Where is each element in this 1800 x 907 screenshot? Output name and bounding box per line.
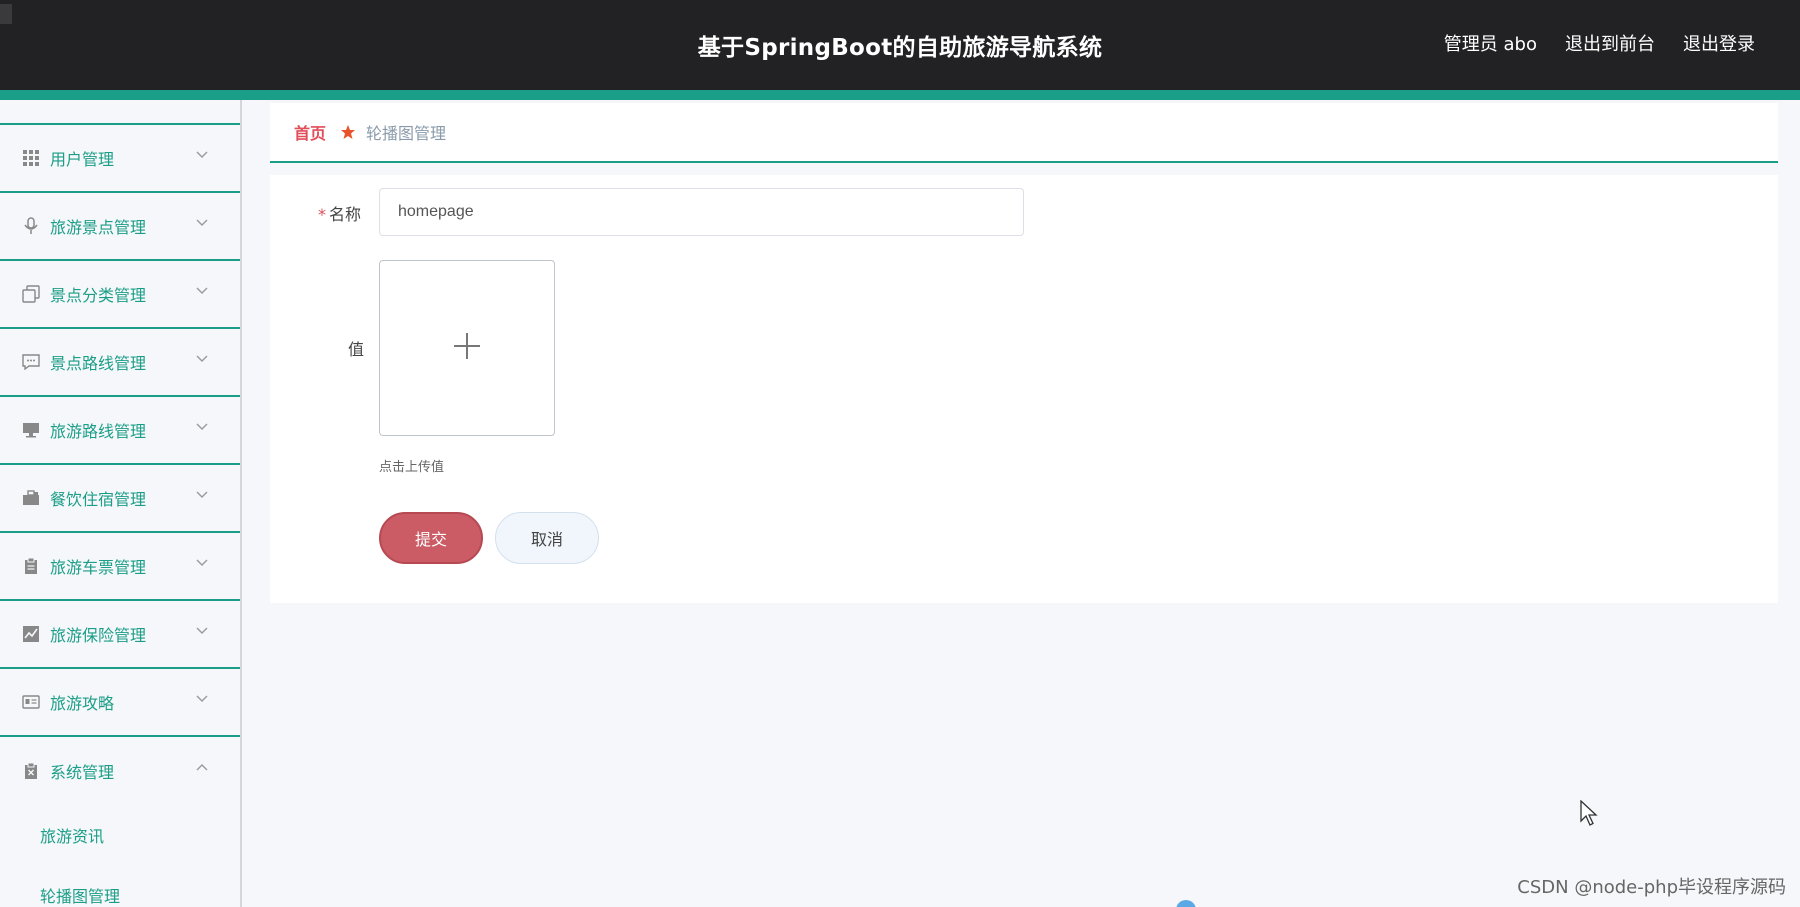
submit-button[interactable]: 提交 (379, 512, 483, 564)
chevron-down-icon (194, 555, 210, 571)
sidebar-item-travel-routes[interactable]: 旅游路线管理 (0, 397, 240, 465)
sidebar-item-partial[interactable] (0, 100, 240, 125)
chart-icon (22, 625, 40, 643)
header-accent-bar (0, 90, 1800, 100)
sidebar-item-label: 旅游保险管理 (50, 626, 147, 645)
chevron-down-icon (194, 351, 210, 367)
sidebar-item-users[interactable]: 用户管理 (0, 125, 240, 193)
grid-icon (22, 149, 40, 167)
briefcase-icon (22, 489, 40, 507)
sidebar-item-label: 系统管理 (50, 763, 115, 782)
sidebar-item-attraction-routes[interactable]: 景点路线管理 (0, 329, 240, 397)
required-asterisk: * (318, 205, 326, 224)
breadcrumb: 首页 轮播图管理 (270, 103, 1778, 163)
mouse-cursor-icon (1580, 799, 1600, 828)
chat-icon (22, 353, 40, 371)
sidebar-item-label: 餐饮住宿管理 (50, 490, 147, 509)
sidebar-item-tickets[interactable]: 旅游车票管理 (0, 533, 240, 601)
value-label: 值 (348, 340, 365, 359)
watermark: CSDN @node-php毕设程序源码 (1517, 877, 1786, 898)
name-label-text: 名称 (329, 205, 362, 224)
header-links: 管理员 abo 退出到前台 退出登录 (1444, 30, 1755, 56)
microphone-icon (22, 217, 40, 235)
monitor-icon (22, 421, 40, 439)
submenu-item-travel-news[interactable]: 旅游资讯 (0, 805, 240, 865)
sidebar-item-insurance[interactable]: 旅游保险管理 (0, 601, 240, 669)
sidebar-item-label: 景点路线管理 (50, 354, 147, 373)
admin-user-label: 管理员 abo (1443, 34, 1537, 55)
image-upload-box[interactable] (379, 260, 555, 436)
app-title-text: 基于SpringBoot的自助旅游导航系统 (697, 35, 1103, 61)
sidebar-item-dining-lodging[interactable]: 餐饮住宿管理 (0, 465, 240, 533)
sidebar-item-label: 景点分类管理 (50, 286, 147, 305)
star-icon (340, 124, 356, 140)
cancel-button[interactable]: 取消 (495, 512, 599, 564)
sidebar-item-attractions[interactable]: 旅游景点管理 (0, 193, 240, 261)
breadcrumb-current: 轮播图管理 (366, 124, 447, 143)
submenu-item-carousel[interactable]: 轮播图管理 (0, 865, 240, 907)
chevron-down-icon (194, 283, 210, 299)
sidebar-item-attraction-category[interactable]: 景点分类管理 (0, 261, 240, 329)
logout-link[interactable]: 退出登录 (1683, 30, 1755, 56)
name-label: * 名称 (318, 201, 361, 225)
breadcrumb-home[interactable]: 首页 (294, 120, 326, 144)
chevron-down-icon (194, 623, 210, 639)
name-input[interactable] (379, 188, 1024, 236)
chevron-up-icon (194, 759, 210, 775)
floating-dot (1176, 900, 1196, 907)
chevron-down-icon (194, 147, 210, 163)
sidebar-item-label: 旅游车票管理 (50, 558, 147, 577)
chevron-down-icon (194, 215, 210, 231)
sidebar-item-label: 旅游景点管理 (50, 218, 147, 237)
clipboard-icon (22, 557, 40, 575)
plus-icon (452, 331, 482, 365)
chevron-down-icon (194, 419, 210, 435)
copy-icon (22, 285, 40, 303)
chevron-down-icon (194, 487, 210, 503)
exit-to-frontend-link[interactable]: 退出到前台 (1565, 30, 1655, 56)
sidebar-item-guides[interactable]: 旅游攻略 (0, 669, 240, 737)
id-card-icon (22, 693, 40, 711)
sidebar-item-label: 旅游路线管理 (50, 422, 147, 441)
sidebar-item-label: 用户管理 (50, 150, 115, 169)
chevron-down-icon (194, 691, 210, 707)
sidebar-item-label: 旅游攻略 (50, 694, 115, 713)
clipboard-x-icon (22, 762, 40, 780)
corner-square (0, 4, 12, 24)
sidebar-item-system[interactable]: 系统管理 (0, 737, 240, 805)
top-header: 基于SpringBoot的自助旅游导航系统 管理员 abo 退出到前台 退出登录 (0, 0, 1800, 90)
sidebar: 用户管理 旅游景点管理 景点分类管理 景点路线管理 旅游路线管理 餐饮住宿管理 … (0, 100, 242, 907)
carousel-form: *名称 值 点击上传值 提交 取消 (270, 175, 1778, 603)
upload-hint: 点击上传值 (379, 460, 445, 475)
